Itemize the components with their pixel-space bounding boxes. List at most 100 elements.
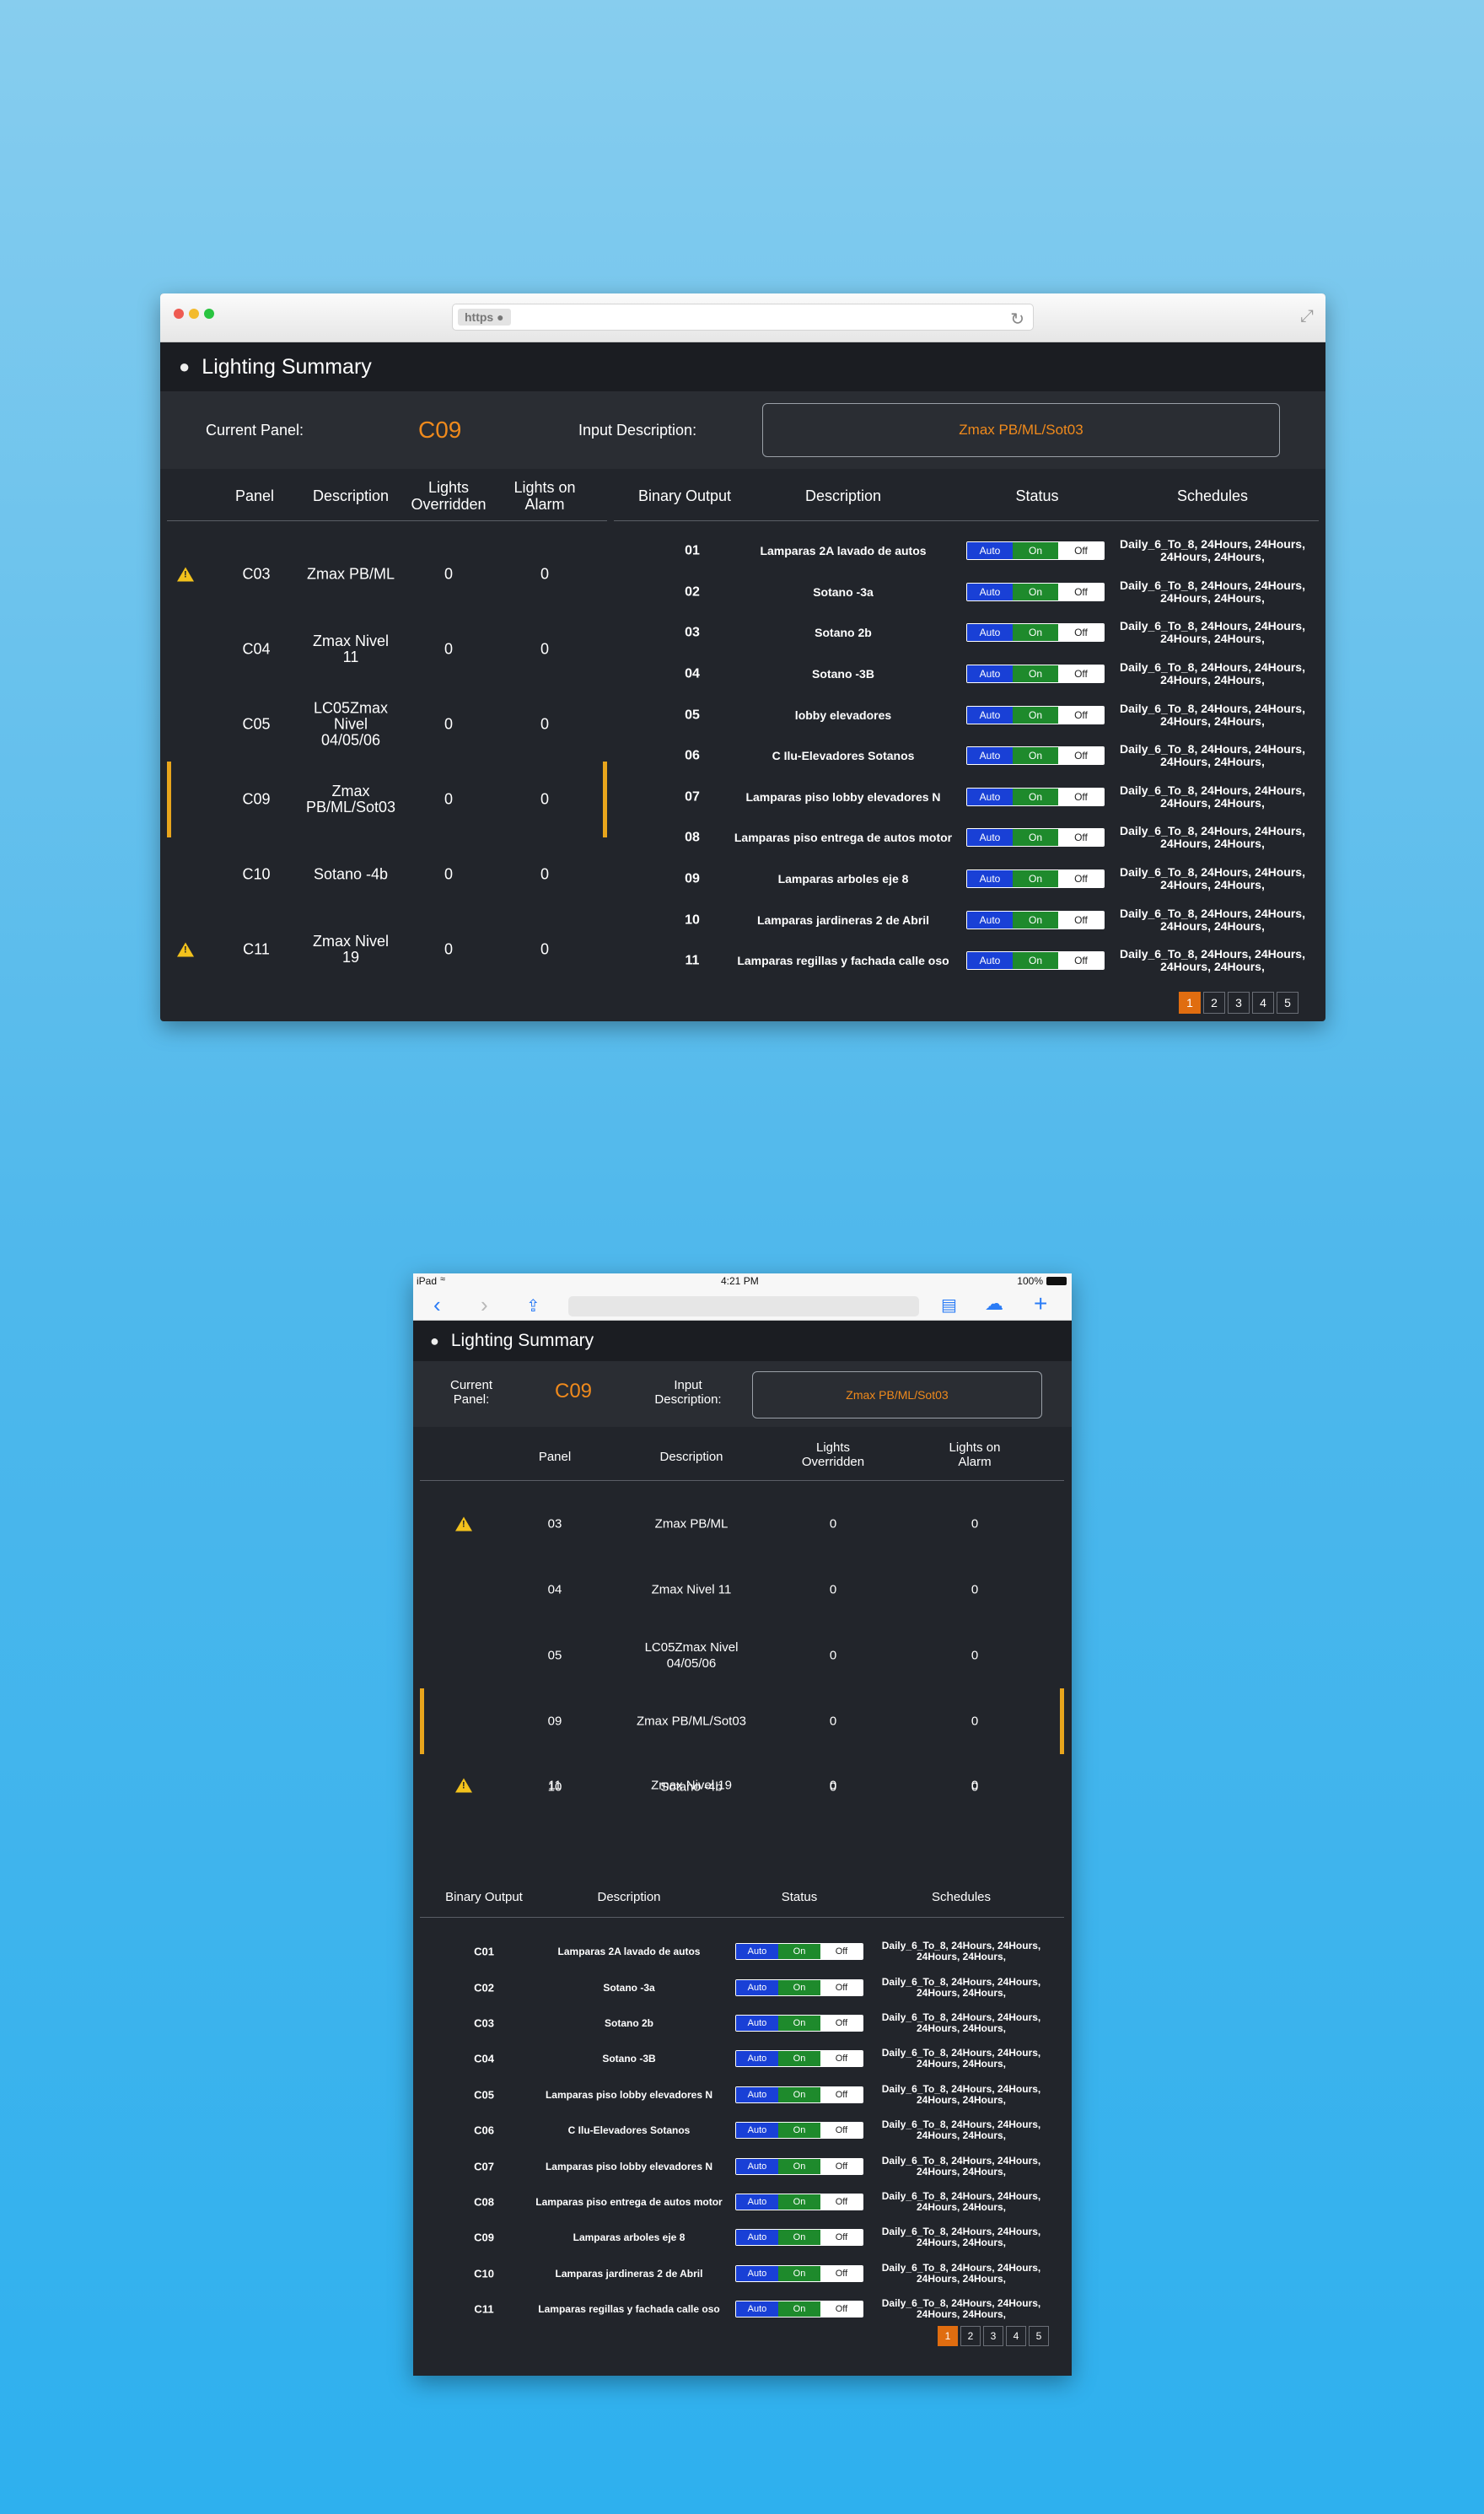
fullscreen-icon[interactable]: ⤢	[1300, 307, 1314, 326]
status-auto-button[interactable]: Auto	[967, 747, 1013, 765]
status-auto-button[interactable]: Auto	[967, 542, 1013, 560]
status-auto-button[interactable]: Auto	[967, 624, 1013, 642]
status-off-button[interactable]: Off	[1058, 542, 1104, 560]
status-off-button[interactable]: Off	[1058, 829, 1104, 847]
status-off-button[interactable]: Off	[820, 2086, 863, 2102]
cloud-tabs-icon[interactable]: ☁	[985, 1293, 1003, 1315]
zoom-window-button[interactable]	[204, 309, 214, 319]
status-auto-button[interactable]: Auto	[736, 2194, 778, 2210]
status-auto-button[interactable]: Auto	[736, 2123, 778, 2139]
panel-row[interactable]: 04 Zmax Nivel 11 0 0	[420, 1558, 1064, 1621]
status-on-button[interactable]: On	[778, 1979, 820, 1995]
status-off-button[interactable]: Off	[820, 1944, 863, 1960]
status-on-button[interactable]: On	[1013, 829, 1058, 847]
status-on-button[interactable]: On	[778, 2265, 820, 2281]
status-off-button[interactable]: Off	[820, 2265, 863, 2281]
page-1-button[interactable]: 1	[1179, 992, 1201, 1014]
status-off-button[interactable]: Off	[1058, 870, 1104, 888]
status-auto-button[interactable]: Auto	[736, 2301, 778, 2318]
minimize-window-button[interactable]	[189, 309, 199, 319]
panel-row[interactable]: 05 LC05Zmax Nivel 04/05/06 0 0	[420, 1624, 1064, 1687]
status-auto-button[interactable]: Auto	[967, 665, 1013, 683]
page-3-button[interactable]: 3	[1228, 992, 1250, 1014]
status-auto-button[interactable]: Auto	[736, 2015, 778, 2031]
status-toggle[interactable]: Auto On Off	[966, 582, 1105, 601]
status-on-button[interactable]: On	[1013, 911, 1058, 929]
status-auto-button[interactable]: Auto	[736, 2051, 778, 2067]
status-toggle[interactable]: Auto On Off	[966, 541, 1105, 561]
bookmarks-icon[interactable]: ▤	[941, 1295, 957, 1316]
status-on-button[interactable]: On	[778, 2123, 820, 2139]
status-auto-button[interactable]: Auto	[736, 1979, 778, 1995]
reload-icon[interactable]: ↻	[1010, 309, 1024, 330]
status-off-button[interactable]: Off	[1058, 911, 1104, 929]
panel-row[interactable]: C04 Zmax Nivel 11 0 0	[167, 611, 607, 686]
close-window-button[interactable]	[174, 309, 184, 319]
status-on-button[interactable]: On	[1013, 952, 1058, 970]
status-toggle[interactable]: Auto On Off	[735, 2229, 863, 2247]
status-on-button[interactable]: On	[1013, 706, 1058, 724]
status-auto-button[interactable]: Auto	[736, 1944, 778, 1960]
page-3-button[interactable]: 3	[983, 2326, 1003, 2346]
status-on-button[interactable]: On	[1013, 870, 1058, 888]
status-off-button[interactable]: Off	[1058, 747, 1104, 765]
status-toggle[interactable]: Auto On Off	[966, 910, 1105, 929]
status-on-button[interactable]: On	[1013, 665, 1058, 683]
status-off-button[interactable]: Off	[820, 2123, 863, 2139]
input-description-field[interactable]: Zmax PB/ML/Sot03	[752, 1371, 1042, 1418]
status-off-button[interactable]: Off	[1058, 788, 1104, 805]
address-bar[interactable]	[568, 1296, 919, 1316]
address-bar[interactable]: https ● ↻	[452, 304, 1034, 331]
status-auto-button[interactable]: Auto	[967, 952, 1013, 970]
status-off-button[interactable]: Off	[820, 2301, 863, 2318]
status-auto-button[interactable]: Auto	[736, 2158, 778, 2174]
input-description-field[interactable]: Zmax PB/ML/Sot03	[762, 403, 1280, 457]
panel-row[interactable]: ! C03 Zmax PB/ML 0 0	[167, 536, 607, 611]
status-on-button[interactable]: On	[778, 1944, 820, 1960]
status-toggle[interactable]: Auto On Off	[966, 828, 1105, 848]
status-toggle[interactable]: Auto On Off	[735, 2014, 863, 2032]
panel-row[interactable]: C10 Sotano -4b 0 0	[167, 837, 607, 912]
status-toggle[interactable]: Auto On Off	[966, 705, 1105, 724]
status-toggle[interactable]: Auto On Off	[735, 2122, 863, 2140]
page-5-button[interactable]: 5	[1029, 2326, 1049, 2346]
status-off-button[interactable]: Off	[820, 1979, 863, 1995]
status-auto-button[interactable]: Auto	[967, 870, 1013, 888]
status-auto-button[interactable]: Auto	[736, 2265, 778, 2281]
status-auto-button[interactable]: Auto	[736, 2230, 778, 2246]
status-toggle[interactable]: Auto On Off	[735, 2050, 863, 2068]
page-1-button[interactable]: 1	[938, 2326, 958, 2346]
status-on-button[interactable]: On	[1013, 542, 1058, 560]
panel-row[interactable]: ! C11 Zmax Nivel 19 0 0	[167, 912, 607, 987]
status-off-button[interactable]: Off	[1058, 624, 1104, 642]
status-auto-button[interactable]: Auto	[736, 2086, 778, 2102]
panel-row[interactable]: 09 Zmax PB/ML/Sot03 0 0	[420, 1688, 1064, 1754]
status-on-button[interactable]: On	[778, 2301, 820, 2318]
status-auto-button[interactable]: Auto	[967, 911, 1013, 929]
status-on-button[interactable]: On	[1013, 747, 1058, 765]
back-icon[interactable]: ‹	[433, 1292, 441, 1318]
status-off-button[interactable]: Off	[820, 2015, 863, 2031]
status-auto-button[interactable]: Auto	[967, 788, 1013, 805]
status-off-button[interactable]: Off	[1058, 583, 1104, 600]
status-toggle[interactable]: Auto On Off	[735, 2264, 863, 2282]
panel-row[interactable]: C09 Zmax PB/ML/Sot03 0 0	[167, 761, 607, 837]
page-5-button[interactable]: 5	[1277, 992, 1298, 1014]
page-4-button[interactable]: 4	[1006, 2326, 1026, 2346]
panel-row[interactable]: C05 LC05Zmax Nivel 04/05/06 0 0	[167, 686, 607, 762]
status-toggle[interactable]: Auto On Off	[966, 746, 1105, 766]
status-toggle[interactable]: Auto On Off	[966, 787, 1105, 806]
panel-row[interactable]: ! 11 Zmax Nivel 19 0 0	[420, 1754, 1064, 1817]
forward-icon[interactable]: ›	[481, 1292, 488, 1318]
status-on-button[interactable]: On	[778, 2230, 820, 2246]
status-on-button[interactable]: On	[778, 2194, 820, 2210]
status-off-button[interactable]: Off	[820, 2158, 863, 2174]
status-off-button[interactable]: Off	[820, 2194, 863, 2210]
status-toggle[interactable]: Auto On Off	[966, 623, 1105, 643]
status-auto-button[interactable]: Auto	[967, 583, 1013, 600]
status-off-button[interactable]: Off	[820, 2230, 863, 2246]
share-icon[interactable]: ⇪	[526, 1295, 540, 1316]
status-off-button[interactable]: Off	[820, 2051, 863, 2067]
status-toggle[interactable]: Auto On Off	[735, 1978, 863, 1996]
status-toggle[interactable]: Auto On Off	[735, 2157, 863, 2175]
